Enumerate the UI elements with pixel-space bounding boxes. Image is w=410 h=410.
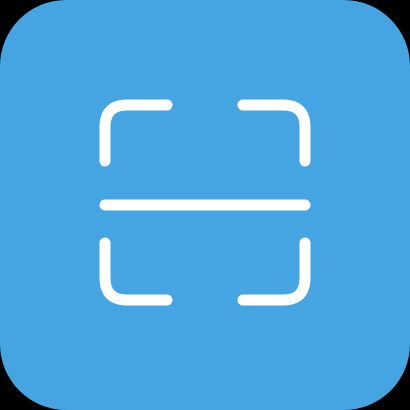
scan-app-icon[interactable] — [0, 0, 410, 410]
scan-corner-bottom-right — [237, 237, 311, 306]
scan-corner-top-left — [99, 99, 173, 167]
scan-corner-top-right — [237, 99, 311, 167]
scan-icon — [99, 99, 311, 306]
scan-corner-bottom-left — [99, 237, 173, 306]
